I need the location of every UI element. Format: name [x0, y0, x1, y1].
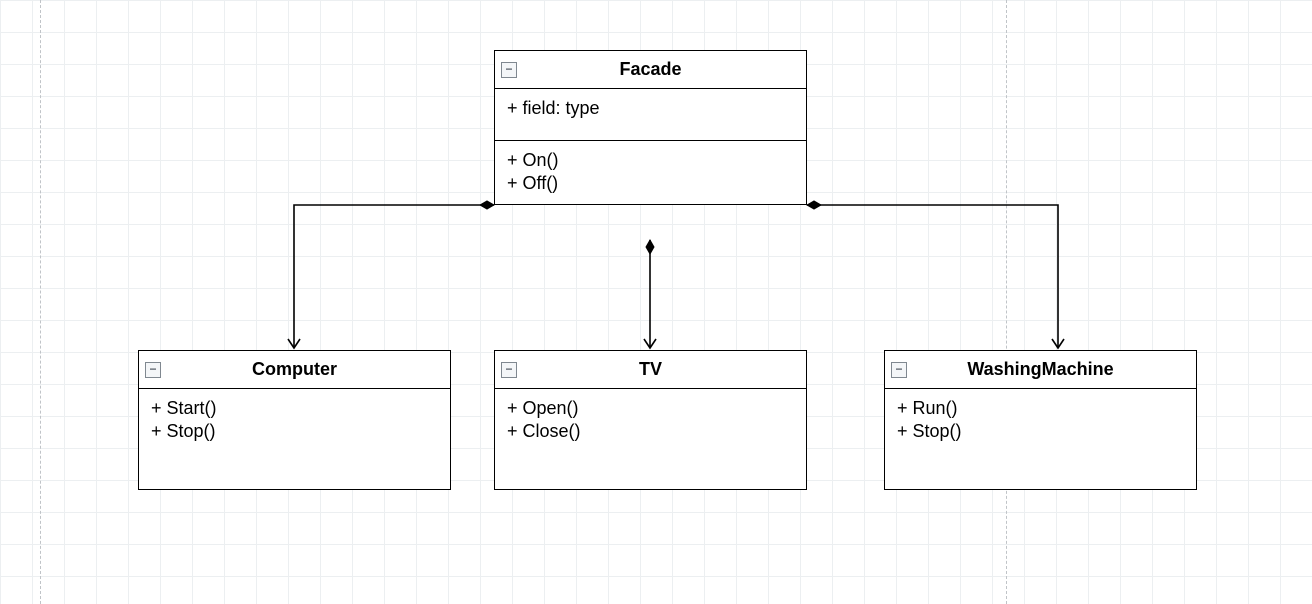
class-computer[interactable]: Computer + Start() + Stop() — [138, 350, 451, 490]
page-boundary-left — [40, 0, 41, 604]
page-boundary-right — [1006, 0, 1007, 604]
class-computer-methods: + Start() + Stop() — [139, 389, 450, 489]
class-computer-name: Computer — [252, 359, 337, 379]
class-facade-fields: + field: type — [495, 89, 806, 141]
class-tv[interactable]: TV + Open() + Close() — [494, 350, 807, 490]
collapse-toggle-icon[interactable] — [501, 62, 517, 78]
collapse-toggle-icon[interactable] — [145, 362, 161, 378]
edge-facade-computer — [294, 205, 494, 348]
collapse-toggle-icon[interactable] — [501, 362, 517, 378]
class-tv-methods: + Open() + Close() — [495, 389, 806, 489]
edge-facade-washing — [807, 205, 1058, 348]
collapse-toggle-icon[interactable] — [891, 362, 907, 378]
class-facade-methods: + On() + Off() — [495, 141, 806, 204]
class-computer-title: Computer — [139, 351, 450, 389]
class-facade[interactable]: Facade + field: type + On() + Off() — [494, 50, 807, 205]
class-washing-title: WashingMachine — [885, 351, 1196, 389]
class-tv-title: TV — [495, 351, 806, 389]
class-washing-methods: + Run() + Stop() — [885, 389, 1196, 489]
class-facade-name: Facade — [619, 59, 681, 79]
diagram-canvas[interactable]: Facade + field: type + On() + Off() Comp… — [0, 0, 1312, 604]
class-washing-name: WashingMachine — [967, 359, 1113, 379]
class-tv-name: TV — [639, 359, 662, 379]
class-facade-title: Facade — [495, 51, 806, 89]
class-washingmachine[interactable]: WashingMachine + Run() + Stop() — [884, 350, 1197, 490]
